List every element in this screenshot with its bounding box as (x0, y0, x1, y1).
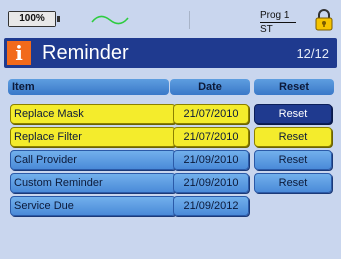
reset-button[interactable]: Reset (254, 150, 332, 170)
reminder-date: 21/07/2010 (173, 104, 249, 124)
padlock-icon (315, 9, 333, 31)
status-divider (189, 11, 190, 29)
info-icon: i (7, 41, 31, 65)
reminder-item-call-provider[interactable]: Call Provider (10, 150, 176, 170)
reminder-item-replace-mask[interactable]: Replace Mask (10, 104, 176, 124)
status-bar: 100% Prog 1 ST (0, 0, 341, 38)
reminder-item-service-due[interactable]: Service Due (10, 196, 176, 216)
reset-button[interactable]: Reset (254, 104, 332, 124)
page-counter: 12/12 (296, 46, 329, 61)
waveform-icon (91, 15, 129, 25)
reminder-screen: 100% Prog 1 ST i Reminder 12/12 Item Dat… (0, 0, 341, 259)
battery-level: 100% (19, 13, 45, 24)
program-indicator: Prog 1 ST (260, 10, 296, 35)
reminder-date: 21/09/2010 (173, 173, 249, 193)
column-header-date: Date (170, 79, 250, 95)
reminder-date: 21/09/2012 (173, 196, 249, 216)
reset-button[interactable]: Reset (254, 127, 332, 147)
reminder-item-custom-reminder[interactable]: Custom Reminder (10, 173, 176, 193)
program-mode: ST (260, 22, 296, 35)
reminder-item-replace-filter[interactable]: Replace Filter (10, 127, 176, 147)
page-title: Reminder (42, 42, 129, 64)
screen-header: i Reminder 12/12 (4, 38, 337, 68)
column-header-reset: Reset (254, 79, 334, 95)
reminder-date: 21/09/2010 (173, 150, 249, 170)
battery-icon: 100% (8, 11, 60, 27)
program-name: Prog 1 (260, 10, 290, 21)
column-header-item: Item (8, 79, 169, 95)
reminder-date: 21/07/2010 (173, 127, 249, 147)
reset-button[interactable]: Reset (254, 173, 332, 193)
